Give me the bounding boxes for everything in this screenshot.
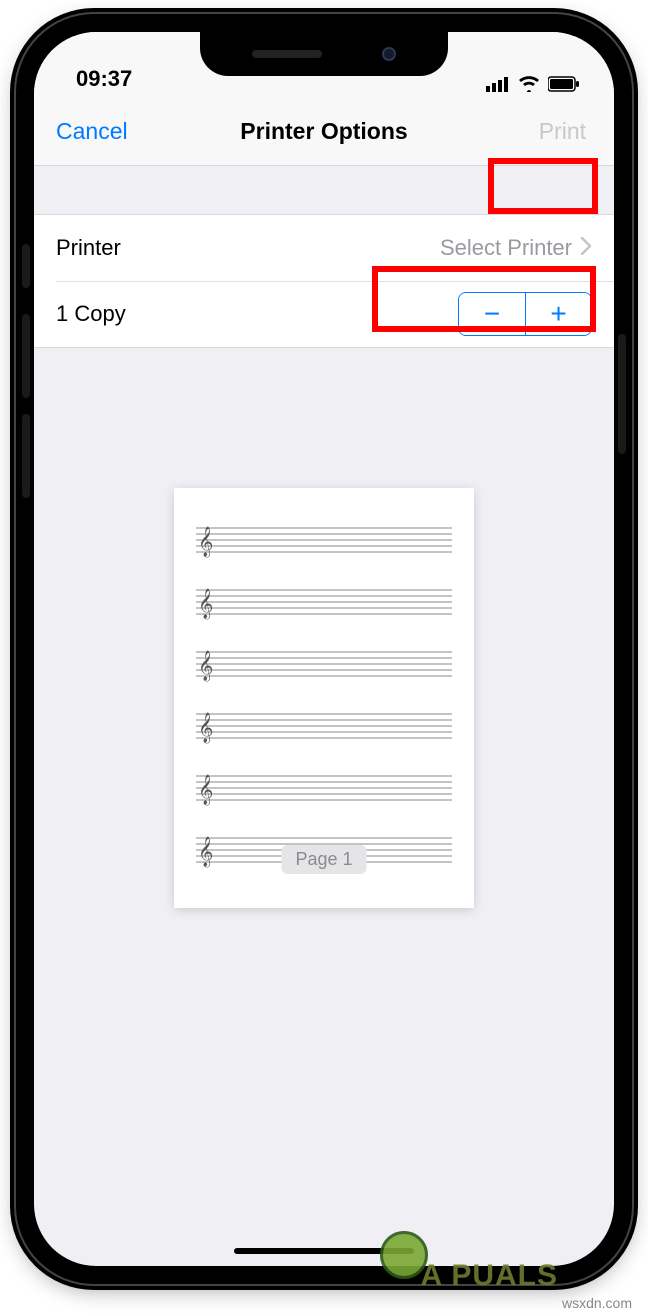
wifi-icon [518,76,540,92]
printer-value: Select Printer [440,235,592,261]
page-title: Printer Options [240,118,407,145]
cancel-button[interactable]: Cancel [56,118,128,145]
svg-text:𝄞: 𝄞 [198,588,213,620]
nav-bar: Cancel Printer Options Print [34,98,614,166]
chevron-right-icon [580,235,592,261]
copies-increment-button[interactable]: + [525,293,591,335]
music-staff: 𝄞 [196,516,452,562]
phone-frame: 09:37 Cancel Printer [16,14,632,1284]
printer-label: Printer [56,235,121,261]
copies-row: 1 Copy − + [34,281,614,347]
music-staff: 𝄞 [196,702,452,748]
svg-text:𝄞: 𝄞 [198,526,213,558]
music-staff: 𝄞 [196,764,452,810]
front-camera [382,47,396,61]
mute-switch [22,244,30,288]
preview-area: 𝄞 𝄞 𝄞 𝄞 𝄞 𝄞 Page 1 [34,348,614,908]
page-number-badge: Page 1 [281,845,366,874]
svg-text:𝄞: 𝄞 [198,650,213,682]
options-group: Printer Select Printer 1 Copy − + [34,214,614,348]
speaker-grille [252,50,322,58]
svg-text:𝄞: 𝄞 [198,774,213,806]
copies-stepper: − + [458,292,592,336]
annotation-highlight-print [488,158,598,214]
print-button[interactable]: Print [533,114,592,149]
volume-down-button [22,414,30,498]
svg-text:𝄞: 𝄞 [198,712,213,744]
printer-value-text: Select Printer [440,235,572,261]
cellular-icon [486,76,510,92]
copies-decrement-button[interactable]: − [459,293,525,335]
battery-icon [548,76,580,92]
watermark-text: wsxdn.com [562,1295,632,1311]
brand-text: A PUALS [420,1259,558,1293]
music-staff: 𝄞 [196,640,452,686]
status-time: 09:37 [76,66,132,92]
screen: 09:37 Cancel Printer [34,32,614,1266]
status-icons [486,76,580,92]
svg-text:𝄞: 𝄞 [198,836,213,868]
volume-up-button [22,314,30,398]
power-button [618,334,626,454]
copies-label: 1 Copy [56,301,126,327]
printer-row[interactable]: Printer Select Printer [34,215,614,281]
notch [200,32,448,76]
music-staff: 𝄞 [196,578,452,624]
page-thumbnail[interactable]: 𝄞 𝄞 𝄞 𝄞 𝄞 𝄞 Page 1 [174,488,474,908]
